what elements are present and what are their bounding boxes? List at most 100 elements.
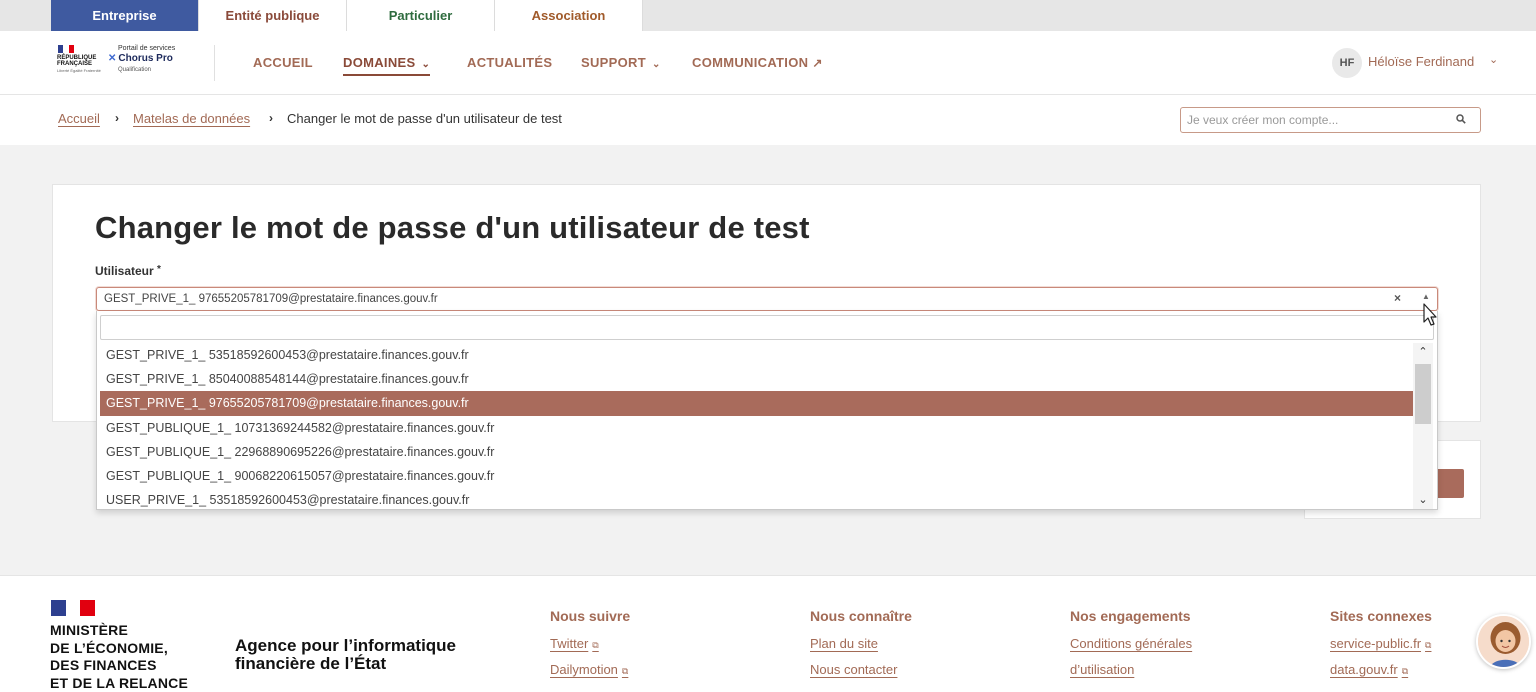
breadcrumb-parent[interactable]: Matelas de données	[133, 111, 250, 126]
chevron-down-icon: ⌄	[421, 59, 431, 70]
nav-domaines[interactable]: DOMAINES ⌄	[343, 55, 431, 76]
footer-link-sitemap[interactable]: Plan du site	[810, 636, 912, 652]
dropdown-search-input[interactable]	[100, 315, 1434, 340]
breadcrumb-current: Changer le mot de passe d'un utilisateur…	[287, 111, 562, 126]
nav-actualites-label: ACTUALITÉS	[467, 55, 553, 70]
site-footer: MINISTÈRE DE L’ÉCONOMIE, DES FINANCES ET…	[0, 575, 1536, 692]
nav-communication[interactable]: COMMUNICATION ↗	[692, 55, 823, 70]
footer-link-label: Dailymotion	[550, 662, 618, 677]
footer-column-about: Nous connaître Plan du site Nous contact…	[810, 608, 912, 688]
chat-assistant-avatar[interactable]	[1476, 614, 1531, 669]
breadcrumb: Accueil › Matelas de données › Changer l…	[0, 96, 1536, 145]
scroll-down-icon[interactable]: ⌄	[1413, 491, 1433, 509]
ministry-name: MINISTÈRE DE L’ÉCONOMIE, DES FINANCES ET…	[50, 622, 188, 692]
scrollbar[interactable]: ⌃ ⌄	[1413, 343, 1433, 509]
footer-column-title: Nous suivre	[550, 608, 631, 624]
list-item[interactable]: GEST_PUBLIQUE_1_ 10731369244582@prestata…	[100, 416, 1413, 440]
footer-column-related: Sites connexes service-public.fr ⧉ data.g…	[1330, 608, 1432, 688]
logo-app-name: Chorus Pro	[118, 53, 173, 64]
logo-portal-text: Portail de services	[118, 45, 176, 52]
select-value: GEST_PRIVE_1_ 97655205781709@prestataire…	[104, 293, 438, 305]
agency-name: Agence pour l’informatique financière de…	[235, 637, 456, 673]
audience-tabs-bar: Entreprise Entité publique Particulier A…	[0, 0, 1536, 37]
nav-accueil[interactable]: ACCUEIL	[253, 55, 313, 70]
tab-particulier[interactable]: Particulier	[347, 0, 495, 31]
breadcrumb-separator: ›	[269, 111, 273, 125]
avatar[interactable]: HF	[1332, 48, 1362, 78]
list-item[interactable]: GEST_PUBLIQUE_1_ 22968890695226@prestata…	[100, 440, 1413, 464]
footer-link-label: service-public.fr	[1330, 636, 1422, 651]
logo-motto: Liberté Égalité Fraternité	[57, 68, 101, 73]
ministry-line: MINISTÈRE	[50, 622, 129, 638]
logo-divider	[214, 45, 215, 81]
footer-column-title: Nous connaître	[810, 608, 912, 624]
tab-entreprise-label: Entreprise	[92, 8, 157, 23]
field-label-utilisateur: Utilisateur *	[95, 264, 161, 278]
republique-francaise-logo-text: RÉPUBLIQUE FRANÇAISE	[57, 55, 97, 67]
external-link-icon: ⧉	[621, 666, 629, 676]
clear-icon[interactable]: ×	[1394, 291, 1401, 305]
user-select[interactable]: GEST_PRIVE_1_ 97655205781709@prestataire…	[96, 287, 1438, 311]
search-box	[1180, 107, 1481, 133]
list-item[interactable]: GEST_PUBLIQUE_1_ 90068220615057@prestata…	[100, 464, 1413, 488]
list-item[interactable]: GEST_PRIVE_1_ 85040088548144@prestataire…	[100, 367, 1413, 391]
list-item[interactable]: USER_PRIVE_1_ 53518592600453@prestataire…	[100, 488, 1413, 509]
external-link-icon: ⧉	[1425, 640, 1432, 650]
search-input[interactable]	[1181, 108, 1441, 132]
footer-column-title: Nos engagements	[1070, 608, 1191, 624]
ministry-line: DE L’ÉCONOMIE,	[50, 639, 168, 656]
tab-association-label: Association	[531, 8, 606, 23]
field-label-text: Utilisateur	[95, 264, 154, 278]
nav-support-label: SUPPORT	[581, 55, 646, 70]
footer-link-cgu[interactable]: Conditions générales	[1070, 636, 1192, 652]
footer-link-service-public[interactable]: service-public.fr ⧉	[1330, 636, 1432, 652]
tab-association[interactable]: Association	[495, 0, 643, 31]
chevron-down-icon: ⌄	[651, 59, 661, 70]
search-icon[interactable]	[1456, 114, 1466, 124]
chorus-star-icon: ✕	[108, 53, 117, 64]
scroll-up-icon[interactable]: ⌃	[1413, 343, 1433, 361]
footer-column-commitments: Nos engagements Conditions générales d’u…	[1070, 608, 1192, 688]
french-flag-icon	[58, 45, 74, 53]
page-title: Changer le mot de passe d'un utilisateur…	[95, 210, 810, 245]
tab-entreprise[interactable]: Entreprise	[51, 0, 199, 37]
footer-column-follow: Nous suivre Twitter ⧉ Dailymotion ⧉	[550, 608, 630, 688]
site-header: RÉPUBLIQUE FRANÇAISE Liberté Égalité Fra…	[0, 31, 1536, 95]
user-name[interactable]: Héloïse Ferdinand	[1368, 54, 1474, 69]
list-item[interactable]: GEST_PRIVE_1_ 53518592600453@prestataire…	[100, 343, 1413, 367]
nav-communication-label: COMMUNICATION	[692, 55, 809, 70]
nav-support[interactable]: SUPPORT ⌄	[581, 55, 661, 70]
chevron-down-icon[interactable]: ⌄	[1489, 53, 1498, 66]
chorus-pro-logo[interactable]: ✕ Chorus Pro	[108, 53, 173, 64]
logo-env-text: Qualification	[118, 67, 152, 73]
tab-entite-publique[interactable]: Entité publique	[199, 0, 347, 31]
agency-line: Agence pour l’informatique	[235, 636, 457, 655]
footer-link-data-gouv[interactable]: data.gouv.fr ⧉	[1330, 662, 1432, 678]
options-list: GEST_PRIVE_1_ 53518592600453@prestataire…	[100, 343, 1413, 509]
marianne-flag-icon	[51, 600, 96, 616]
footer-link-cgu-2[interactable]: d’utilisation	[1070, 662, 1192, 678]
scrollbar-thumb[interactable]	[1415, 364, 1431, 424]
required-mark: *	[157, 264, 161, 275]
external-link-icon: ⧉	[592, 640, 599, 650]
tab-particulier-label: Particulier	[388, 8, 453, 23]
footer-link-dailymotion[interactable]: Dailymotion ⧉	[550, 662, 630, 678]
ministry-line: ET DE LA RELANCE	[50, 674, 189, 691]
external-link-icon: ⧉	[1401, 666, 1409, 676]
external-link-icon: ↗	[812, 56, 823, 70]
tab-entite-publique-label: Entité publique	[225, 8, 320, 23]
select-dropdown: GEST_PRIVE_1_ 53518592600453@prestataire…	[96, 311, 1438, 510]
ministry-line: DES FINANCES	[50, 657, 157, 673]
nav-domaines-label: DOMAINES	[343, 55, 416, 70]
footer-link-label: data.gouv.fr	[1330, 662, 1398, 677]
footer-link-contact[interactable]: Nous contacter	[810, 662, 912, 678]
breadcrumb-separator: ›	[115, 111, 119, 125]
footer-column-title: Sites connexes	[1330, 608, 1432, 624]
footer-link-label: Twitter	[550, 636, 589, 651]
list-item-selected[interactable]: GEST_PRIVE_1_ 97655205781709@prestataire…	[100, 391, 1413, 416]
chevron-up-icon[interactable]: ▲	[1422, 292, 1430, 301]
nav-accueil-label: ACCUEIL	[253, 55, 313, 70]
breadcrumb-home[interactable]: Accueil	[58, 111, 100, 126]
nav-actualites[interactable]: ACTUALITÉS	[467, 55, 552, 70]
footer-link-twitter[interactable]: Twitter ⧉	[550, 636, 630, 652]
